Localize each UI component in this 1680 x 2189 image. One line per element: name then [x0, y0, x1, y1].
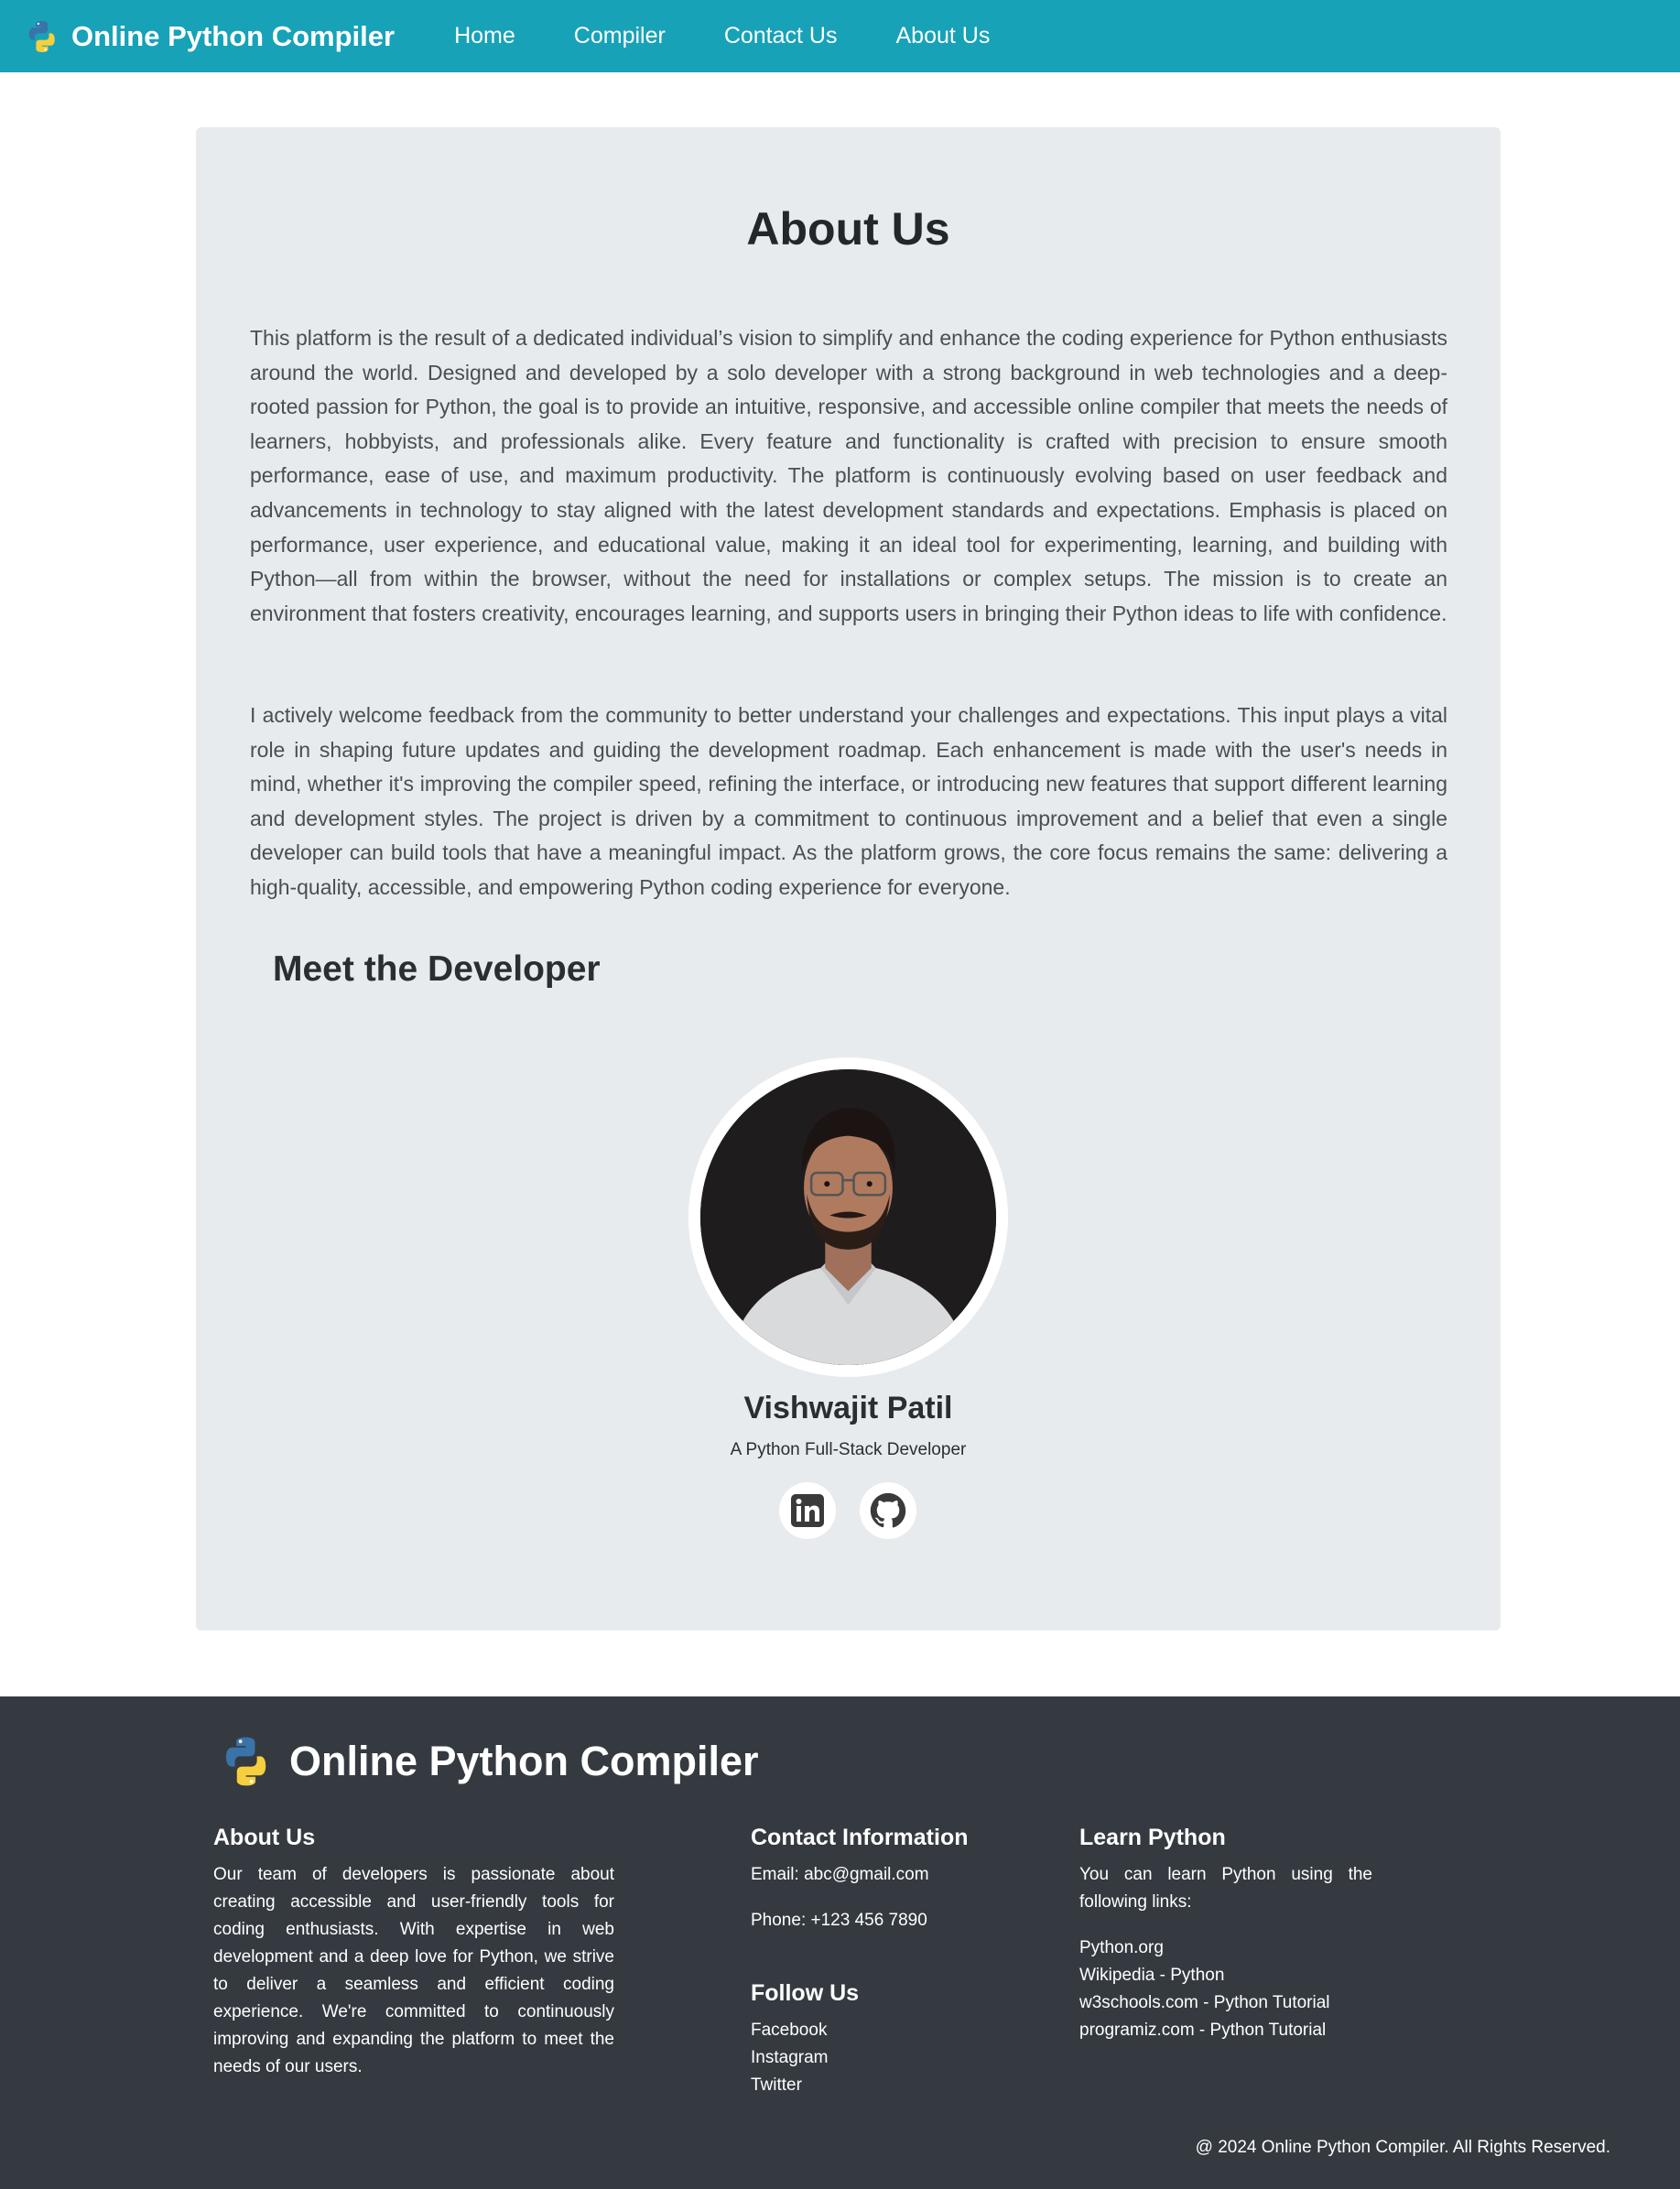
nav-links: Home Compiler Contact Us About Us: [436, 23, 1030, 49]
nav-link-contact-us[interactable]: Contact Us: [724, 23, 838, 49]
about-paragraph-2: I actively welcome feedback from the com…: [250, 703, 1447, 899]
github-icon: [870, 1492, 906, 1528]
python-logo-icon: [28, 20, 55, 52]
footer-email: Email: abc@gmail.com: [751, 1865, 929, 1884]
footer-link-facebook[interactable]: Facebook: [751, 2017, 828, 2044]
page-title: About Us: [746, 203, 950, 255]
footer-follow-list: Facebook Instagram Twitter: [751, 2017, 828, 2099]
copyright: @ 2024 Online Python Compiler. All Right…: [1195, 2138, 1610, 2157]
linkedin-icon: [791, 1494, 824, 1527]
brand-title: Online Python Compiler: [71, 19, 396, 52]
navbar: Online Python Compiler Home Compiler Con…: [0, 0, 1680, 72]
footer-about-heading: About Us: [213, 1825, 316, 1850]
developer-avatar-frame: [688, 1057, 1008, 1377]
footer-link-w3schools[interactable]: w3schools.com - Python Tutorial: [1079, 1989, 1330, 2017]
footer-follow-heading: Follow Us: [751, 1980, 860, 2006]
footer-contact-heading: Contact Information: [751, 1825, 969, 1850]
footer: Online Python Compiler About Us Our team…: [0, 1696, 1680, 2189]
developer-role: A Python Full-Stack Developer: [730, 1440, 967, 1459]
footer-about-text: Our team of developers is passionate abo…: [213, 1865, 614, 2076]
footer-brand: Online Python Compiler: [218, 1733, 759, 1790]
footer-link-instagram[interactable]: Instagram: [751, 2044, 828, 2072]
footer-learn-list: Python.org Wikipedia - Python w3schools.…: [1079, 1934, 1330, 2044]
footer-link-twitter[interactable]: Twitter: [751, 2072, 828, 2099]
github-button[interactable]: [860, 1482, 916, 1539]
nav-link-about-us[interactable]: About Us: [895, 23, 990, 49]
python-logo-icon: [225, 1737, 266, 1786]
nav-link-home[interactable]: Home: [454, 23, 515, 49]
footer-learn-heading: Learn Python: [1079, 1825, 1226, 1850]
about-card: About Us This platform is the result of …: [196, 127, 1501, 1631]
footer-brand-title: Online Python Compiler: [289, 1738, 759, 1784]
developer-name: Vishwajit Patil: [743, 1391, 953, 1425]
brand-link[interactable]: Online Python Compiler: [24, 18, 395, 55]
linkedin-button[interactable]: [779, 1482, 836, 1539]
developer-avatar: [700, 1069, 996, 1365]
nav-link-compiler[interactable]: Compiler: [574, 23, 666, 49]
footer-phone: Phone: +123 456 7890: [751, 1911, 927, 1930]
footer-learn-text: You can learn Python using the following…: [1079, 1865, 1372, 1912]
developer-photo: [700, 1069, 996, 1365]
about-paragraph-1: This platform is the result of a dedicat…: [250, 326, 1447, 625]
footer-link-python-org[interactable]: Python.org: [1079, 1934, 1330, 1962]
meet-developer-heading: Meet the Developer: [273, 949, 601, 989]
footer-link-wikipedia[interactable]: Wikipedia - Python: [1079, 1962, 1330, 1989]
footer-link-programiz[interactable]: programiz.com - Python Tutorial: [1079, 2017, 1330, 2044]
